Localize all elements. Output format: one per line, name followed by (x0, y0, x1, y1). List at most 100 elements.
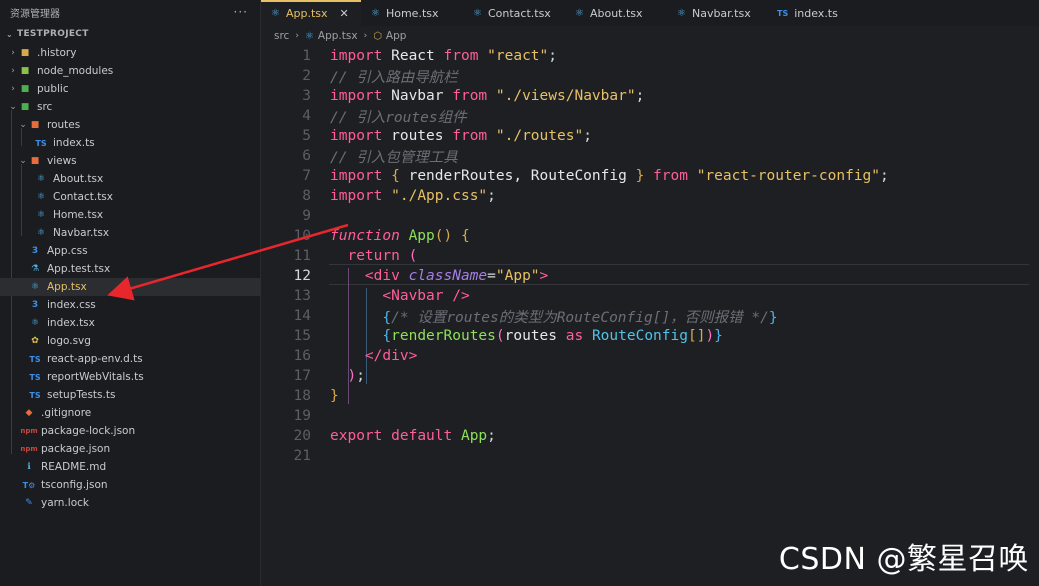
tree-item-public[interactable]: › ■ public (0, 80, 261, 98)
chevron-down-icon: ⌄ (19, 120, 27, 130)
tree-item-app-css[interactable]: 3 App.css (0, 242, 261, 260)
tree-item-yarn-lock[interactable]: ✎ yarn.lock (0, 494, 261, 512)
tree-item-history[interactable]: › ■ .history (0, 44, 261, 62)
code-line-current: 12 <div className="App"> (293, 268, 549, 284)
chevron-right-icon: › (363, 31, 368, 41)
ts-file-icon: TS (29, 390, 41, 400)
code-line: 19 (293, 408, 311, 424)
folder-icon: ■ (20, 48, 30, 58)
tree-item-setup-tests[interactable]: TS setupTests.ts (0, 386, 261, 404)
tree-item-app-tsx[interactable]: ⚛ App.tsx (0, 278, 261, 296)
ts-file-icon: TS (29, 372, 41, 382)
tree-item-views[interactable]: ⌄ ■ views (0, 152, 261, 170)
react-icon: ⚛ (30, 318, 40, 328)
watermark: CSDN @繁星召唤 (778, 542, 1029, 577)
tree-item-logo-svg[interactable]: ✿ logo.svg (0, 332, 261, 350)
tree-item-package-json[interactable]: npm package.json (0, 440, 261, 458)
project-root[interactable]: ⌄ TESTPROJECT (0, 24, 260, 44)
react-icon: ⚛ (575, 7, 584, 19)
chevron-down-icon: ⌄ (6, 29, 14, 39)
code-line: 11 return ( (293, 248, 418, 264)
react-icon: ⚛ (36, 228, 46, 238)
code-line: 4// 引入routes组件 (302, 108, 467, 126)
react-icon: ⚛ (677, 7, 686, 19)
public-folder-icon: ■ (20, 84, 30, 94)
routes-folder-icon: ■ (30, 120, 40, 130)
code-line: 5 import routes from "./routes"; (302, 128, 592, 144)
css-file-icon: 3 (31, 300, 39, 310)
chevron-down-icon: ⌄ (19, 156, 27, 166)
test-file-icon: ⚗ (30, 264, 40, 274)
code-line: 9 (302, 208, 311, 224)
tab-about-tsx[interactable]: ⚛ About.tsx (565, 0, 667, 26)
chevron-right-icon: › (295, 31, 299, 41)
code-line: 20 export default App; (293, 428, 496, 444)
react-icon: ⚛ (36, 192, 46, 202)
react-icon: ⚛ (271, 7, 280, 19)
views-folder-icon: ■ (30, 156, 40, 166)
project-name: TESTPROJECT (17, 29, 89, 39)
tree-item-navbar[interactable]: ⚛ Navbar.tsx (0, 224, 261, 242)
svg-file-icon: ✿ (31, 336, 39, 346)
tree-item-index-tsx[interactable]: ⚛ index.tsx (0, 314, 261, 332)
react-icon: ⚛ (473, 7, 482, 19)
tree-item-readme[interactable]: ℹ README.md (0, 458, 261, 476)
ts-file-icon: TS (29, 354, 41, 364)
breadcrumb-src[interactable]: src (274, 30, 289, 42)
tab-home-tsx[interactable]: ⚛ Home.tsx (361, 0, 463, 26)
tree-item-app-test[interactable]: ⚗ App.test.tsx (0, 260, 261, 278)
tree-item-package-lock[interactable]: npm package-lock.json (0, 422, 261, 440)
chevron-right-icon: › (11, 66, 15, 76)
tree-item-src[interactable]: ⌄ ■ src (0, 98, 261, 116)
editor-tabs: ⚛ App.tsx ✕ ⚛ Home.tsx ⚛ Contact.tsx ⚛ About.… (261, 0, 1039, 26)
tree-item-about[interactable]: ⚛ About.tsx (0, 170, 261, 188)
tree-item-routes-index[interactable]: TS index.ts (0, 134, 261, 152)
code-line: 17 ); (293, 368, 365, 384)
chevron-right-icon: › (11, 48, 15, 58)
tree-item-report-web-vitals[interactable]: TS reportWebVitals.ts (0, 368, 261, 386)
code-line: 18} (293, 388, 339, 404)
more-actions-button[interactable]: ··· (234, 5, 248, 19)
ts-file-icon: TS (35, 138, 47, 148)
tree-item-index-css[interactable]: 3 index.css (0, 296, 261, 314)
react-icon: ⚛ (30, 282, 40, 292)
src-folder-icon: ■ (20, 102, 30, 112)
tab-contact-tsx[interactable]: ⚛ Contact.tsx (463, 0, 565, 26)
tree-item-react-app-env[interactable]: TS react-app-env.d.ts (0, 350, 261, 368)
code-line: 16 </div> (293, 348, 418, 364)
code-line: 3 import Navbar from "./views/Navbar"; (302, 88, 645, 104)
explorer-sidebar: 资源管理器 ··· ⌄ TESTPROJECT › ■ .history › ■ nod… (0, 0, 261, 586)
code-editor[interactable]: 1 import React from "react"; 2// 引入路由导航栏 … (261, 46, 1039, 586)
react-icon: ⚛ (36, 210, 46, 220)
cube-icon: ⬡ (373, 30, 382, 42)
react-icon: ⚛ (371, 7, 380, 19)
code-line: 13 <Navbar /> (293, 288, 470, 304)
code-line: 15 {renderRoutes(routes as RouteConfig[]… (293, 328, 723, 344)
code-line: 7 import { renderRoutes, RouteConfig } fr… (302, 168, 889, 184)
code-line: 8 import "./App.css"; (302, 188, 496, 204)
chevron-right-icon: › (11, 84, 15, 94)
tree-item-contact[interactable]: ⚛ Contact.tsx (0, 188, 261, 206)
breadcrumb-file[interactable]: App.tsx (318, 30, 358, 42)
tab-navbar-tsx[interactable]: ⚛ Navbar.tsx (667, 0, 767, 26)
code-line: 21 (293, 448, 311, 464)
npm-icon: npm (20, 445, 38, 453)
explorer-title: 资源管理器 (10, 8, 60, 20)
tab-app-tsx[interactable]: ⚛ App.tsx ✕ (261, 0, 361, 26)
close-icon[interactable]: ✕ (340, 7, 349, 20)
explorer-header: 资源管理器 ··· (0, 0, 260, 24)
react-icon: ⚛ (304, 30, 314, 42)
breadcrumb-symbol[interactable]: App (386, 30, 407, 42)
ts-file-icon: TS (777, 8, 789, 18)
code-line: 14 {/* 设置routes的类型为RouteConfig[]，否则报错 */… (293, 308, 778, 326)
tree-item-node-modules[interactable]: › ■ node_modules (0, 62, 261, 80)
chevron-down-icon: ⌄ (9, 102, 17, 112)
css-file-icon: 3 (31, 246, 39, 256)
tree-item-home[interactable]: ⚛ Home.tsx (0, 206, 261, 224)
tree-item-tsconfig[interactable]: T⚙ tsconfig.json (0, 476, 261, 494)
tree-item-routes[interactable]: ⌄ ■ routes (0, 116, 261, 134)
tab-index-ts[interactable]: TS index.ts (767, 0, 867, 26)
tree-item-gitignore[interactable]: ◆ .gitignore (0, 404, 261, 422)
git-icon: ◆ (25, 408, 33, 418)
tsconfig-icon: T⚙ (22, 480, 36, 490)
